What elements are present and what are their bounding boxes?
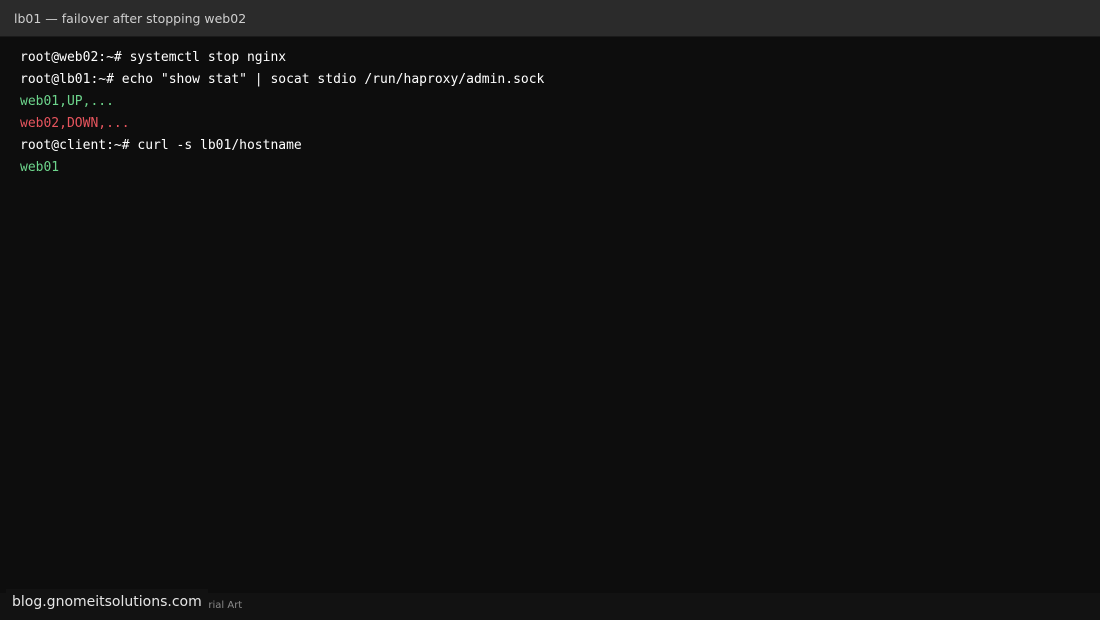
terminal-line-status-up: web01,UP,...: [20, 94, 114, 109]
terminal-output[interactable]: root@web02:~# systemctl stop nginx root@…: [20, 47, 1080, 580]
terminal-line-status-down: web02,DOWN,...: [20, 116, 130, 131]
terminal-line-command: root@client:~# curl -s lb01/hostname: [20, 138, 302, 153]
terminal-window: lb01 — failover after stopping web02 roo…: [0, 0, 1100, 620]
terminal-line-output: web01: [20, 160, 60, 175]
window-title: lb01 — failover after stopping web02: [14, 11, 247, 26]
title-bar: lb01 — failover after stopping web02: [0, 0, 1100, 37]
terminal-line-command: root@web02:~# systemctl stop nginx: [20, 50, 287, 65]
watermark-text: blog.gnomeitsolutions.com: [6, 589, 208, 616]
terminal-line-command: root@lb01:~# echo "show stat" | socat st…: [20, 72, 545, 87]
